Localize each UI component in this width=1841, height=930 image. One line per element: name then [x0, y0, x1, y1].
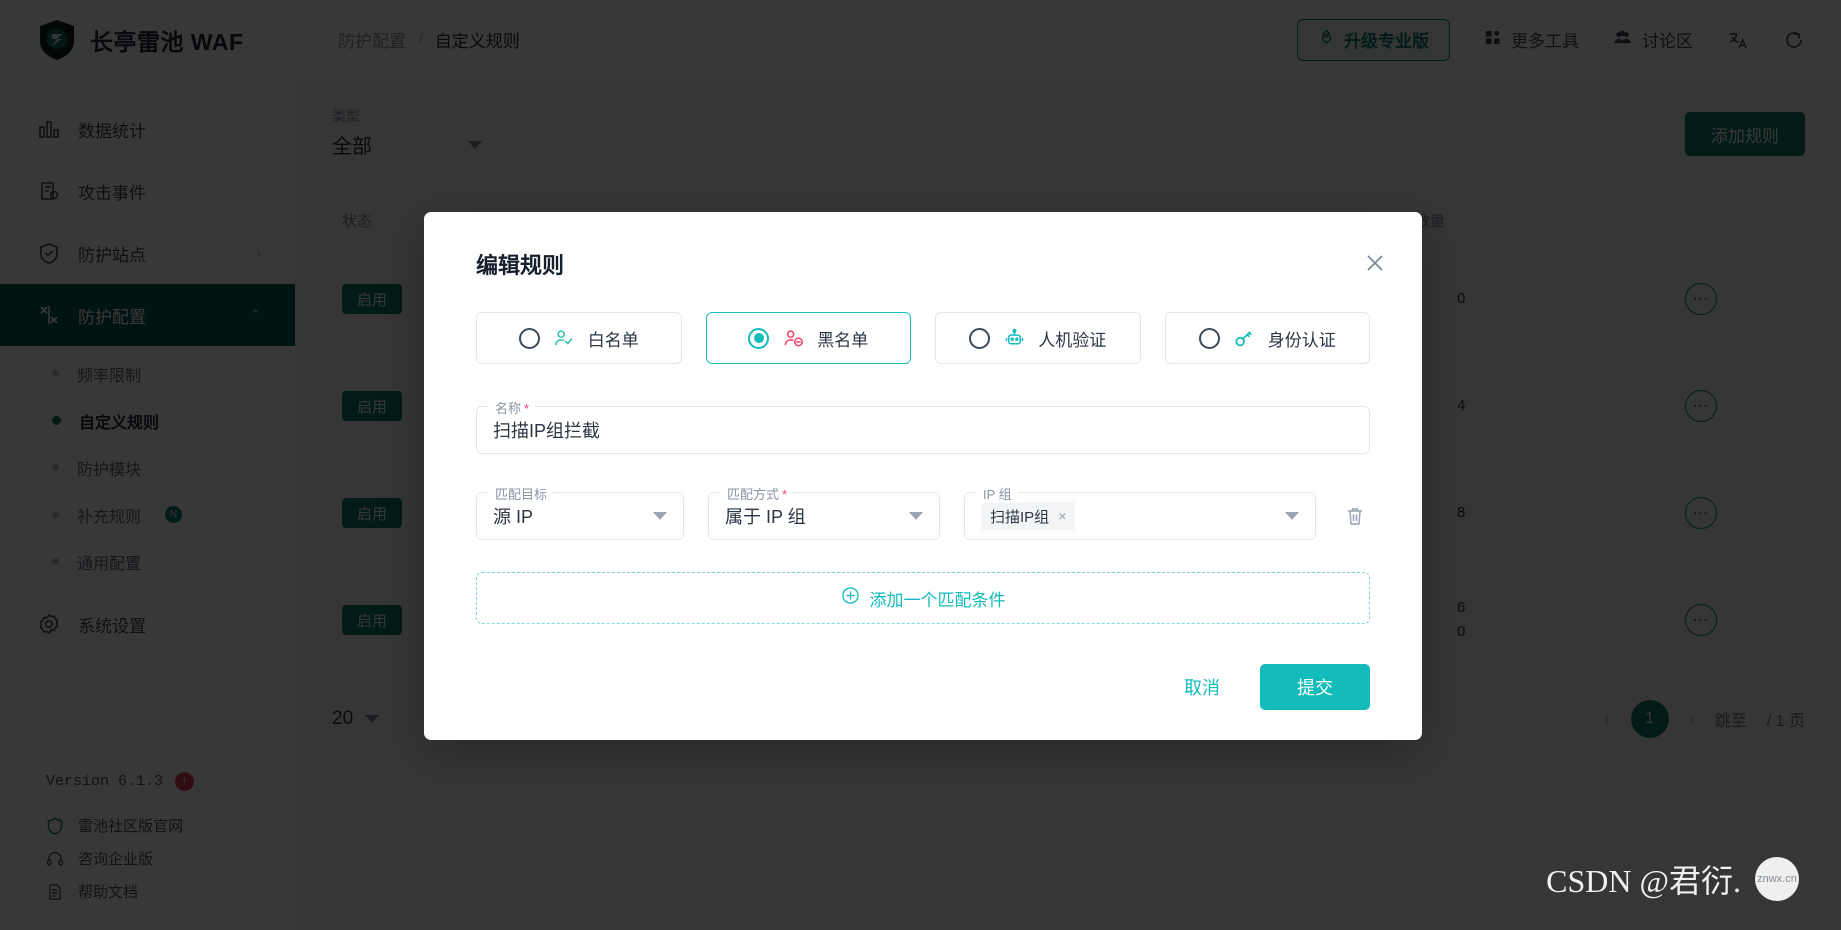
radio-icon [1198, 327, 1220, 349]
match-method-legend: 匹配方式 * [721, 484, 794, 503]
tag-remove-icon[interactable]: × [1058, 508, 1066, 524]
rule-type-label: 人机验证 [1038, 330, 1107, 350]
user-check-icon [553, 327, 575, 349]
plus-circle-icon [841, 586, 860, 610]
rule-type-human-verification[interactable]: 人机验证 [935, 312, 1141, 364]
dialog-footer: 取消 提交 [476, 664, 1370, 710]
match-method-value: 属于 IP 组 [725, 507, 806, 527]
match-method-select[interactable]: 匹配方式 * 属于 IP 组 [708, 484, 940, 540]
cancel-button[interactable]: 取消 [1158, 664, 1246, 710]
user-block-icon [782, 327, 804, 349]
radio-icon [518, 327, 540, 349]
robot-icon [1003, 327, 1025, 349]
dialog-title: 编辑规则 [476, 253, 565, 278]
match-target-value: 源 IP [493, 507, 534, 527]
match-target-legend: 匹配目标 [489, 484, 554, 503]
radio-selected-icon [748, 327, 770, 349]
ip-group-tag-label: 扫描IP组 [990, 508, 1050, 526]
edit-rule-dialog: 编辑规则 白名单 黑名单 人机验证 身份认证 名称 * 扫描IP组拦截 匹配目标… [424, 212, 1422, 740]
rule-type-label: 身份认证 [1267, 330, 1336, 350]
add-condition-button[interactable]: 添加一个匹配条件 [476, 572, 1370, 624]
condition-row: 匹配目标 源 IP 匹配方式 * 属于 IP 组 IP 组 扫描IP组 × [476, 484, 1370, 540]
rule-name-value: 扫描IP组拦截 [493, 421, 601, 441]
submit-button[interactable]: 提交 [1260, 664, 1370, 710]
add-condition-label: 添加一个匹配条件 [869, 590, 1006, 610]
delete-condition-button[interactable] [1340, 501, 1370, 531]
rule-type-label: 黑名单 [817, 330, 869, 350]
ip-group-legend: IP 组 [977, 484, 1018, 503]
rule-type-blacklist[interactable]: 黑名单 [705, 312, 911, 364]
rule-name-legend: 名称 * [489, 398, 536, 417]
radio-icon [969, 327, 991, 349]
close-icon[interactable] [1360, 248, 1390, 278]
match-target-select[interactable]: 匹配目标 源 IP [476, 484, 684, 540]
dialog-header: 编辑规则 [454, 248, 1392, 280]
key-icon [1233, 327, 1255, 349]
rule-name-field[interactable]: 名称 * 扫描IP组拦截 [476, 398, 1370, 454]
rule-type-label: 白名单 [587, 330, 639, 350]
rule-type-whitelist[interactable]: 白名单 [476, 312, 682, 364]
chevron-down-icon [909, 512, 923, 520]
chevron-down-icon [1285, 512, 1299, 520]
ip-group-tag[interactable]: 扫描IP组 × [981, 502, 1076, 530]
ip-group-select[interactable]: IP 组 扫描IP组 × [964, 484, 1316, 540]
chevron-down-icon [653, 512, 667, 520]
rule-type-radio-group: 白名单 黑名单 人机验证 身份认证 [476, 312, 1370, 364]
rule-type-identity-auth[interactable]: 身份认证 [1164, 312, 1370, 364]
dialog-body: 白名单 黑名单 人机验证 身份认证 名称 * 扫描IP组拦截 匹配目标 源 IP… [454, 280, 1392, 710]
